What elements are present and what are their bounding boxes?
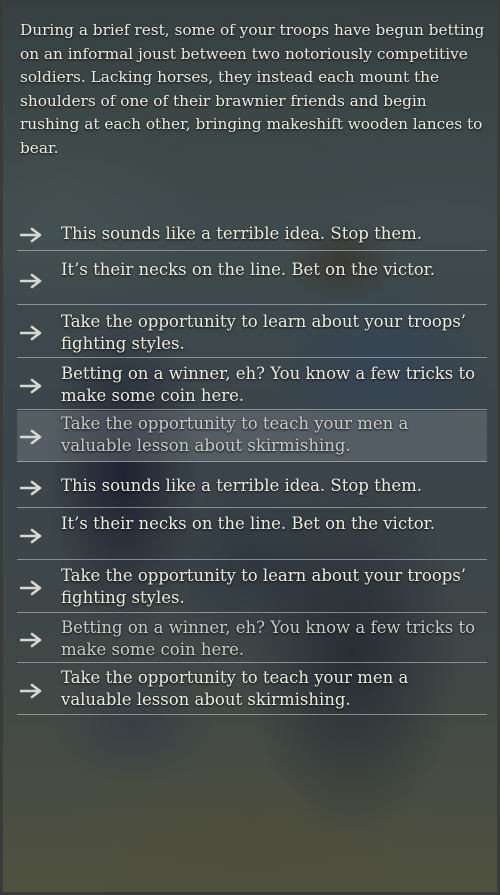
arrow-right-icon	[20, 683, 42, 699]
option-teach-skirmishing[interactable]: Take the opportunity to teach your men a…	[17, 665, 487, 715]
arrow-right-icon	[20, 429, 42, 445]
arrow-right-icon	[20, 227, 42, 243]
option-learn-fighting-styles[interactable]: Take the opportunity to learn about your…	[17, 562, 487, 613]
arrow-right-icon	[20, 325, 42, 341]
option-label: Betting on a winner, eh? You know a few …	[61, 364, 476, 405]
option-label: Take the opportunity to learn about your…	[61, 312, 467, 353]
option-label: It’s their necks on the line. Bet on the…	[61, 514, 435, 533]
event-description: During a brief rest, some of your troops…	[20, 21, 485, 157]
event-panel: During a brief rest, some of your troops…	[0, 0, 500, 895]
option-teach-skirmishing[interactable]: Take the opportunity to teach your men a…	[17, 411, 487, 462]
option-label: Take the opportunity to learn about your…	[61, 566, 467, 607]
arrow-right-icon	[20, 528, 42, 544]
option-bet-on-victor[interactable]: It’s their necks on the line. Bet on the…	[17, 255, 487, 305]
option-stop-them[interactable]: This sounds like a terrible idea. Stop t…	[17, 470, 487, 508]
option-label: Take the opportunity to teach your men a…	[61, 668, 409, 709]
arrow-right-icon	[20, 580, 42, 596]
option-bet-on-victor[interactable]: It’s their necks on the line. Bet on the…	[17, 510, 487, 560]
arrow-right-icon	[20, 378, 42, 394]
option-betting-tricks[interactable]: Betting on a winner, eh? You know a few …	[17, 615, 487, 663]
option-label: This sounds like a terrible idea. Stop t…	[61, 476, 423, 495]
option-label: Take the opportunity to teach your men a…	[61, 414, 409, 455]
arrow-right-icon	[20, 632, 42, 648]
option-label: Betting on a winner, eh? You know a few …	[61, 618, 476, 659]
option-label: It’s their necks on the line. Bet on the…	[61, 260, 435, 279]
option-stop-them[interactable]: This sounds like a terrible idea. Stop t…	[17, 218, 487, 251]
option-betting-tricks[interactable]: Betting on a winner, eh? You know a few …	[17, 360, 487, 410]
arrow-right-icon	[20, 273, 42, 289]
option-learn-fighting-styles[interactable]: Take the opportunity to learn about your…	[17, 307, 487, 358]
option-label: This sounds like a terrible idea. Stop t…	[61, 224, 423, 243]
arrow-right-icon	[20, 480, 42, 496]
